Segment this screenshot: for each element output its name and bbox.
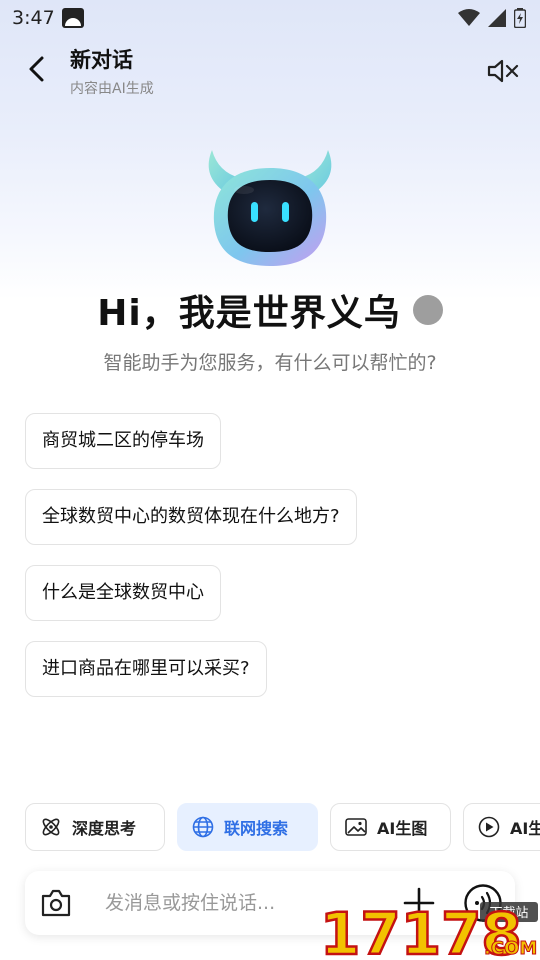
header: 新对话 内容由AI生成 xyxy=(0,36,540,104)
globe-icon xyxy=(192,816,214,838)
suggestion-chip[interactable]: 商贸城二区的停车场 xyxy=(25,413,221,469)
watermark-suffix: .COM xyxy=(484,938,537,958)
greeting-title: Hi，我是世界义乌 xyxy=(97,293,401,334)
ai-image-chip[interactable]: AI生图 xyxy=(330,803,451,851)
status-bar: 3:47 xyxy=(0,0,540,36)
page-title: 新对话 xyxy=(70,48,133,72)
chip-label: 联网搜索 xyxy=(224,819,289,838)
suggestion-chip[interactable]: 进口商品在哪里可以采买? xyxy=(25,641,267,697)
deep-think-chip[interactable]: 深度思考 xyxy=(25,803,165,851)
speaker-mute-icon[interactable] xyxy=(486,54,520,88)
back-arrow-icon[interactable] xyxy=(20,52,54,86)
notification-app-icon xyxy=(62,8,84,28)
page-subtitle: 内容由AI生成 xyxy=(70,81,154,97)
suggestion-chip[interactable]: 全球数贸中心的数贸体现在什么地方? xyxy=(25,489,357,545)
ai-video-chip[interactable]: AI生 xyxy=(463,803,540,851)
site-watermark: 下载站 17178 .COM xyxy=(320,899,538,958)
battery-icon xyxy=(514,8,526,28)
signal-icon xyxy=(488,9,506,27)
wifi-icon xyxy=(458,9,480,26)
loading-dot-icon xyxy=(412,295,443,325)
message-input[interactable] xyxy=(105,883,335,923)
status-time: 3:47 xyxy=(12,7,55,29)
status-icons xyxy=(458,8,526,28)
feature-chip-bar: 深度思考 联网搜索 AI生图 AI生 xyxy=(25,803,540,853)
camera-icon[interactable] xyxy=(39,887,73,919)
chip-label: AI生图 xyxy=(377,819,428,838)
web-search-chip[interactable]: 联网搜索 xyxy=(177,803,318,851)
atom-icon xyxy=(42,818,60,836)
chip-label: 深度思考 xyxy=(72,819,137,838)
greeting-subtitle: 智能助手为您服务，有什么可以帮忙的? xyxy=(103,352,437,374)
ai-video-icon xyxy=(478,816,500,838)
chip-label: AI生 xyxy=(510,819,540,838)
suggestion-chip[interactable]: 什么是全球数贸中心 xyxy=(25,565,221,621)
image-icon xyxy=(345,818,367,836)
mascot-avatar xyxy=(208,150,332,266)
greeting: Hi，我是世界义乌 xyxy=(0,284,540,336)
